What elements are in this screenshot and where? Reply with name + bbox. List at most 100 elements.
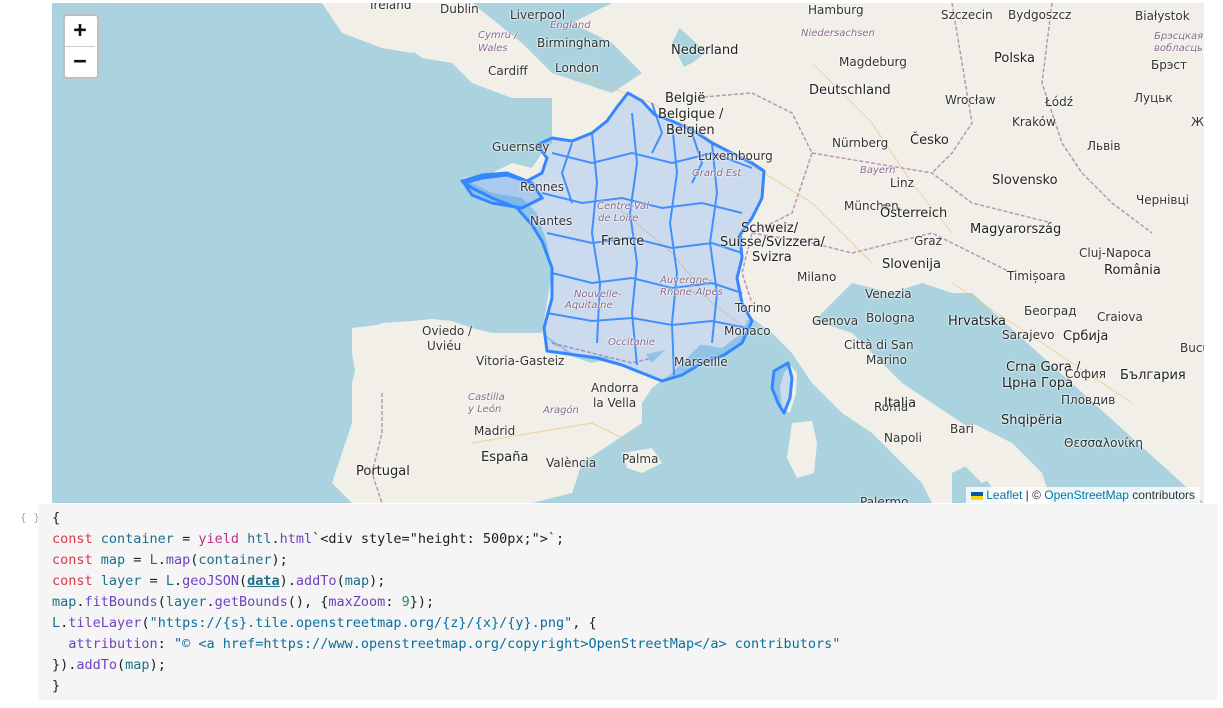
map-label: Luxembourg [698, 149, 773, 163]
map-label: Centre-Val [597, 201, 649, 212]
map-label: Rennes [520, 180, 565, 194]
map-label: Castilla [468, 392, 505, 403]
data-reference-link[interactable]: data [247, 573, 280, 589]
map-base-layer [322, 3, 1204, 503]
map-label: Пловдив [1061, 393, 1116, 407]
map-label: Città di San [844, 338, 914, 352]
map-label: Craiova [1097, 310, 1143, 324]
map-label: Чернівці [1136, 193, 1189, 207]
code-line: { [52, 510, 61, 526]
attribution-suffix: contributors [1128, 488, 1195, 502]
map-label: Svizra [752, 250, 792, 265]
map-label: Nantes [530, 214, 573, 228]
map-label: España [481, 450, 529, 465]
map-label: Bayern [860, 165, 896, 176]
map-label: Ireland [370, 3, 412, 12]
map-label: Birmingham [537, 36, 611, 50]
map-label: Linz [890, 176, 914, 190]
map-label: Nederland [671, 43, 739, 58]
map-label: Venezia [865, 287, 912, 301]
map-attribution: Leaflet | © OpenStreetMap contributors [966, 487, 1200, 503]
map-label: Aragón [543, 405, 579, 416]
zoom-in-button[interactable]: + [65, 16, 95, 46]
map-label: England [550, 20, 591, 31]
map-label: Cymru / [478, 30, 518, 41]
map-label: Monaco [724, 324, 771, 338]
map-label: Sarajevo [1002, 328, 1055, 342]
map-label: Cluj-Napoca [1079, 246, 1152, 260]
map-label: Aquitaine [565, 300, 613, 311]
map-label: Nouvelle- [574, 289, 622, 300]
map-label: Vitoria-Gasteiz [476, 354, 565, 368]
map-label: Portugal [356, 464, 410, 479]
map-label: Graz [914, 234, 942, 248]
map-label: Milano [797, 270, 837, 284]
zoom-out-button[interactable]: − [65, 46, 95, 77]
map-label: вобласць [1154, 43, 1203, 54]
map-label: Madrid [474, 424, 516, 438]
cell-code-icon[interactable]: { } [20, 511, 40, 524]
openstreetmap-link[interactable]: OpenStreetMap [1044, 488, 1129, 502]
map-label: Жито [1191, 115, 1204, 129]
map-label: Białystok [1135, 9, 1190, 23]
map-label: Belgien [666, 123, 715, 138]
map-label: Marseille [674, 355, 728, 369]
map-label: Polska [994, 51, 1035, 66]
map-label: Auvergne- [660, 275, 712, 286]
map-label: Andorra [591, 381, 639, 395]
ukraine-flag-icon [971, 491, 984, 500]
map-label: Česko [910, 133, 949, 148]
code-editor[interactable]: { const container = yield htl.html`<div … [38, 504, 1218, 697]
map-label: Θεσσαλονίκη [1064, 436, 1143, 450]
map-label: Torino [735, 301, 771, 315]
map-label: Hrvatska [948, 314, 1006, 329]
map-label: България [1120, 368, 1186, 383]
map-label: Wales [478, 43, 508, 54]
map-label: y León [468, 404, 502, 415]
map-label: România [1104, 263, 1161, 278]
map-label: Bydgoszcz [1008, 8, 1072, 22]
map-label: België [665, 91, 706, 106]
map-label: Србија [1063, 329, 1109, 344]
map-label: Црна Гора [1002, 376, 1074, 391]
map-label: Szczecin [941, 8, 993, 22]
map-label: Timișoara [1007, 269, 1066, 283]
map-label: Uviéu [427, 339, 462, 353]
map-label: Львів [1087, 139, 1121, 153]
map-label: Suisse/Svizzera/ [720, 235, 825, 250]
map-label: Magdeburg [839, 55, 907, 69]
map-label: Луцьк [1134, 91, 1173, 105]
map-label: Napoli [884, 431, 922, 445]
map-label: Oviedo / [422, 324, 473, 338]
map-label: Slovensko [992, 173, 1058, 188]
map-view[interactable]: Ireland Dublin Liverpool England Cymru /… [52, 3, 1204, 503]
map-label: Belgique / [658, 107, 724, 122]
map-label: Cardiff [488, 64, 528, 78]
map-label: la Vella [593, 396, 637, 410]
map-label: Bucure [1180, 341, 1204, 355]
attribution-separator: | © [1022, 488, 1045, 502]
map-label: Shqipëria [1001, 413, 1063, 428]
map-label: Niedersachsen [801, 28, 875, 39]
map-label: Deutschland [809, 83, 891, 98]
map-label: Marino [866, 353, 907, 367]
map-label: Palma [622, 452, 659, 466]
map-label: London [555, 61, 599, 75]
map-label: Łódź [1045, 95, 1074, 109]
map-label: Hamburg [808, 3, 864, 17]
map-label: Guernsey [492, 140, 550, 154]
code-cell[interactable]: { const container = yield htl.html`<div … [38, 504, 1218, 700]
map-label: Bologna [866, 311, 915, 325]
map-label: Брэст [1151, 58, 1188, 72]
map-label: Magyarország [970, 222, 1062, 237]
leaflet-link[interactable]: Leaflet [986, 488, 1022, 502]
map-label: Grand Est [692, 168, 742, 179]
map-label: Kraków [1012, 115, 1056, 129]
map-label: Брэсцкая [1154, 31, 1204, 42]
map-label: València [546, 456, 597, 470]
map-label: Genova [812, 314, 859, 328]
map-label: Occitanie [608, 337, 655, 348]
map-label: France [601, 234, 645, 249]
zoom-control: + − [63, 14, 99, 79]
map-label: Rhône-Alpes [660, 287, 723, 298]
